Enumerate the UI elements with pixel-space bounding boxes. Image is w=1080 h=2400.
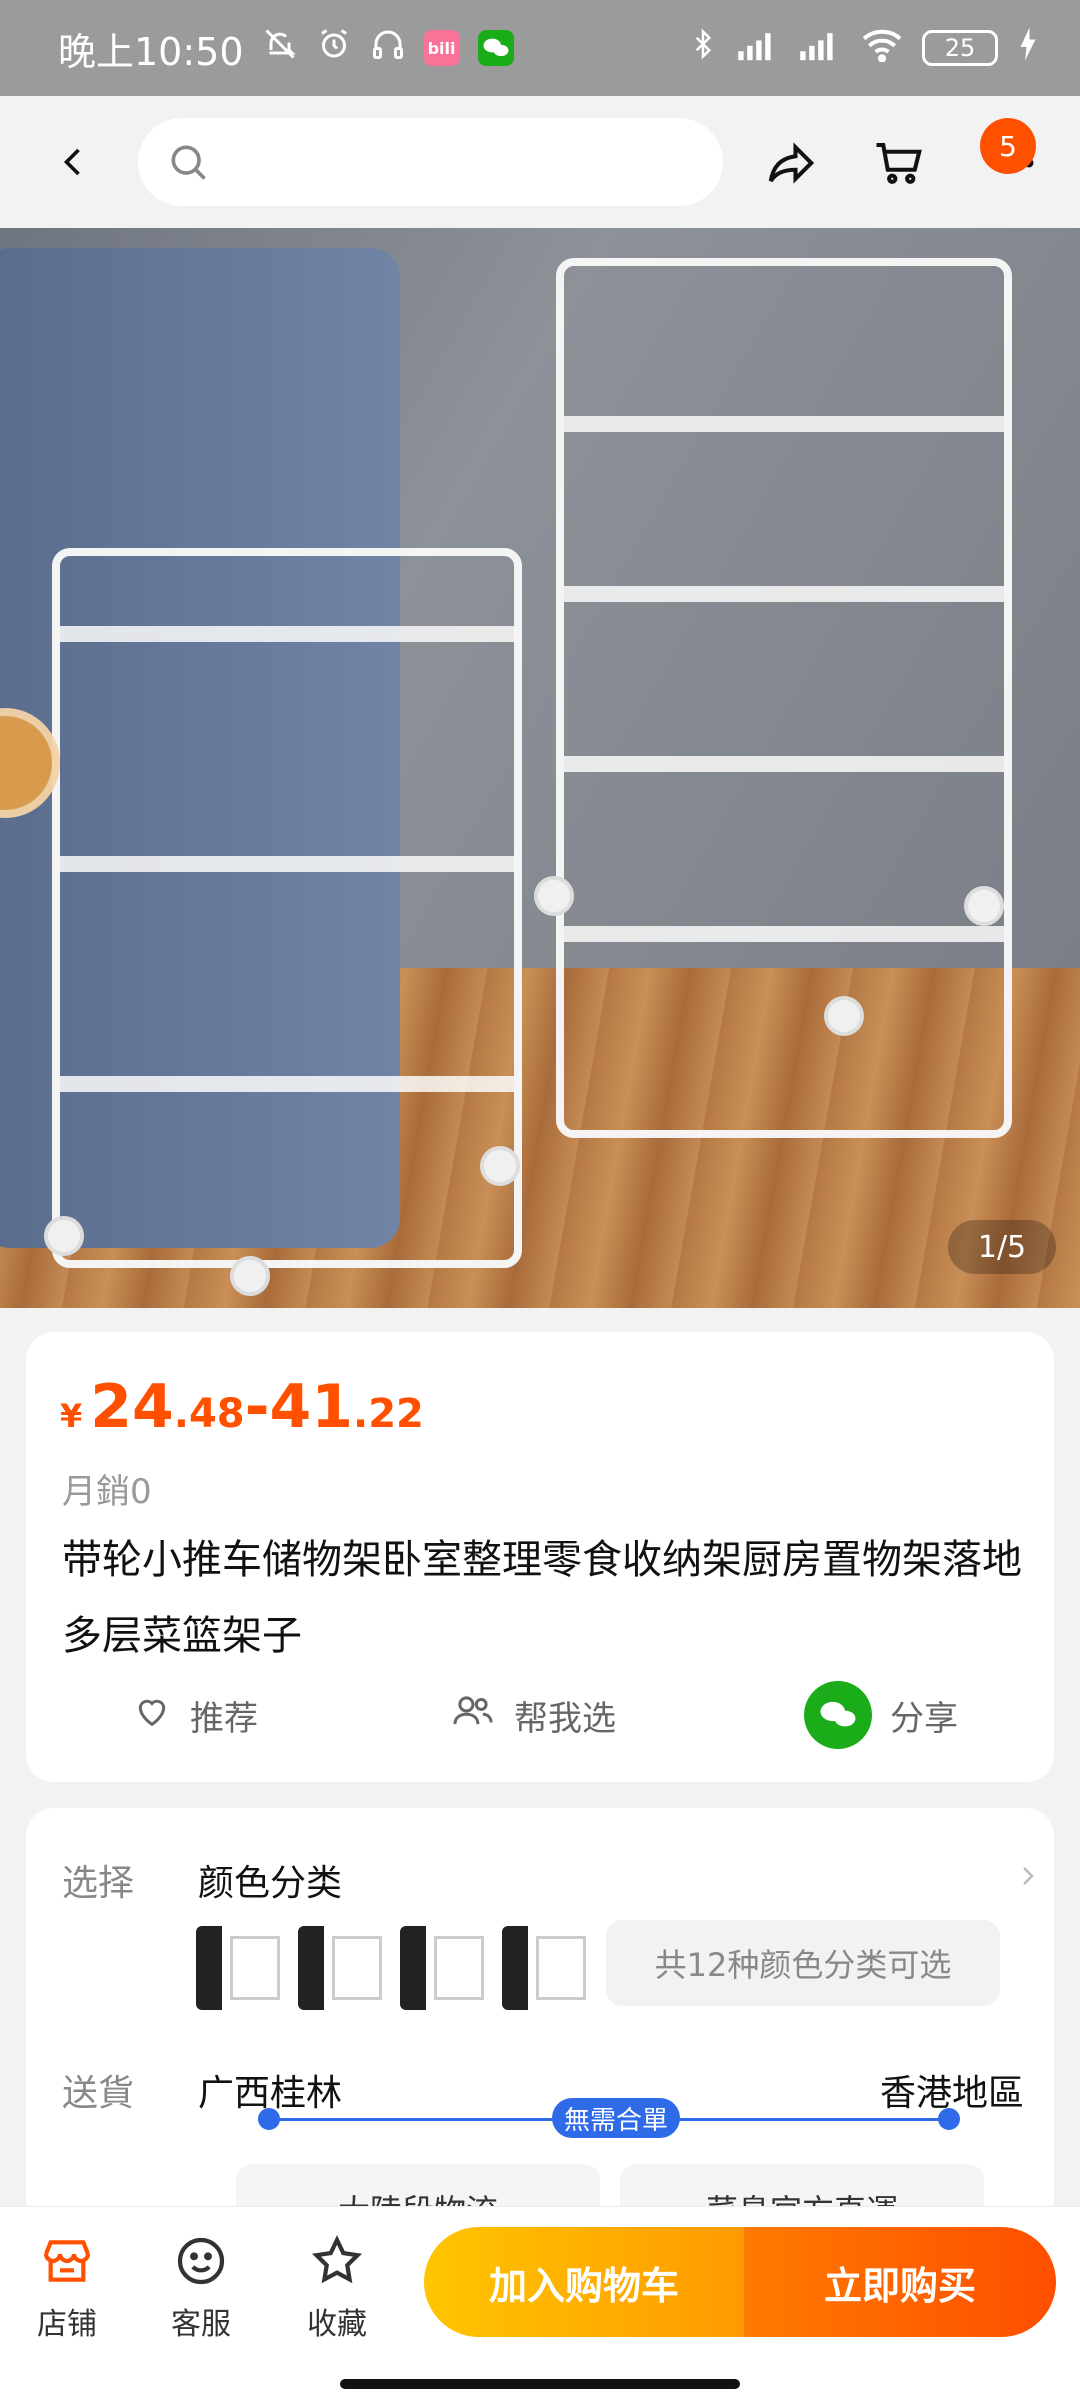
product-actions: 推荐 帮我选 分享 xyxy=(26,1670,1054,1760)
product-title: 带轮小推车储物架卧室整理零食收纳架厨房置物架落地多层菜篮架子 xyxy=(62,1537,1022,1659)
heart-icon xyxy=(132,1691,172,1740)
price-high-int: 41 xyxy=(269,1372,354,1442)
favorite-label: 收藏 xyxy=(307,2307,367,2342)
select-value[interactable]: 颜色分类 xyxy=(198,1854,342,1906)
route-tag: 無需合單 xyxy=(552,2098,681,2138)
back-button[interactable] xyxy=(44,132,104,192)
wechat-icon xyxy=(477,30,514,66)
route-start-dot xyxy=(258,2108,280,2130)
bottom-action-bar: 店铺 客服 收藏 加入购物车 立即购买 xyxy=(0,2206,1080,2400)
product-info-card: ¥ 24 .48 - 41 .22 月銷0 带轮小推车储物架卧室整理零食收纳架厨… xyxy=(26,1332,1054,1782)
price-low-int: 24 xyxy=(90,1372,174,1442)
signal-roaming-icon xyxy=(798,26,842,71)
price-high-dec: .22 xyxy=(353,1391,424,1437)
alarm-icon xyxy=(316,26,352,71)
tall-shelf-image xyxy=(534,258,1012,1138)
select-label: 选择 xyxy=(62,1863,135,1904)
price-separator: - xyxy=(244,1372,270,1442)
options-card: 选择 颜色分类 共12种颜色分类可选 送貨 广西桂林 香港地區 無需合單 大陸段… xyxy=(26,1808,1054,2254)
cart-button[interactable] xyxy=(864,128,934,198)
price-currency: ¥ xyxy=(60,1397,83,1435)
help-choose-label: 帮我选 xyxy=(514,1698,616,1739)
product-image-carousel[interactable]: 1/5 xyxy=(0,228,1080,1308)
star-icon xyxy=(305,2229,369,2293)
color-thumbnail-2[interactable] xyxy=(298,1926,388,2010)
bluetooth-icon xyxy=(688,26,718,71)
service-tab[interactable]: 客服 xyxy=(146,2229,256,2343)
recommend-button[interactable]: 推荐 xyxy=(132,1691,258,1740)
mute-icon xyxy=(262,26,298,71)
help-choose-button[interactable]: 帮我选 xyxy=(450,1691,616,1740)
status-bar: 晚上10:50 bili 25 xyxy=(0,0,1080,96)
more-colors-button[interactable]: 共12种颜色分类可选 xyxy=(606,1920,1000,2006)
status-right: 25 xyxy=(688,26,1040,71)
signal-icon xyxy=(736,26,780,71)
store-tab[interactable]: 店铺 xyxy=(12,2229,122,2343)
share-wechat-button[interactable]: 分享 xyxy=(804,1681,958,1749)
store-label: 店铺 xyxy=(37,2307,97,2342)
wechat-share-icon xyxy=(804,1681,872,1749)
battery-indicator: 25 xyxy=(922,30,998,66)
service-label: 客服 xyxy=(171,2307,231,2342)
route-end-dot xyxy=(938,2108,960,2130)
top-nav: 5 xyxy=(0,96,1080,228)
charging-icon xyxy=(1016,26,1040,71)
buy-now-button[interactable]: 立即购买 xyxy=(744,2227,1056,2337)
bilibili-icon: bili xyxy=(423,30,460,66)
add-to-cart-button[interactable]: 加入购物车 xyxy=(424,2227,744,2337)
color-thumbnail-4[interactable] xyxy=(502,1926,592,2010)
price-low-dec: .48 xyxy=(173,1391,245,1437)
color-thumbnail-1[interactable] xyxy=(196,1926,286,2010)
status-left: 晚上10:50 bili xyxy=(58,21,514,76)
search-input[interactable] xyxy=(138,118,723,206)
people-icon xyxy=(450,1691,496,1740)
home-indicator[interactable] xyxy=(340,2379,740,2389)
small-shelf-image xyxy=(44,548,522,1296)
image-page-indicator: 1/5 xyxy=(948,1220,1056,1274)
share-button[interactable] xyxy=(756,128,826,198)
status-time: 晚上10:50 xyxy=(58,29,244,74)
favorite-tab[interactable]: 收藏 xyxy=(282,2229,392,2343)
headset-icon xyxy=(370,26,406,71)
color-thumbnail-3[interactable] xyxy=(400,1926,490,2010)
store-icon xyxy=(35,2229,99,2293)
monthly-sales: 月銷0 xyxy=(62,1472,152,1512)
shipping-label: 送貨 xyxy=(62,2073,135,2114)
wifi-icon xyxy=(860,26,904,71)
cart-count-badge: 5 xyxy=(980,118,1036,174)
share-label: 分享 xyxy=(890,1698,958,1739)
recommend-label: 推荐 xyxy=(190,1698,258,1739)
customer-service-icon xyxy=(169,2229,233,2293)
chevron-right-icon[interactable] xyxy=(1016,1864,1040,1888)
price-range: ¥ 24 .48 - 41 .22 xyxy=(60,1372,424,1442)
search-icon xyxy=(166,140,210,184)
